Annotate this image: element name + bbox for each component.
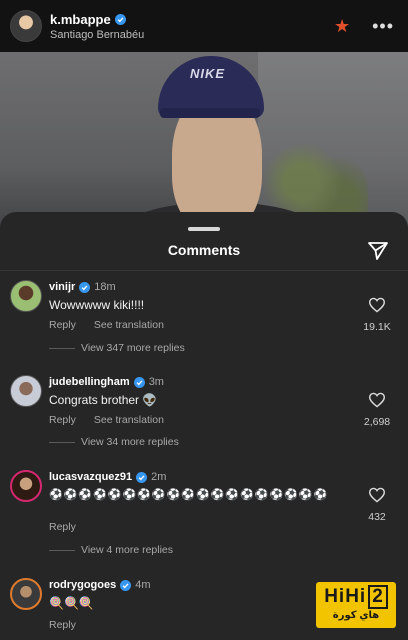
reply-button[interactable]: Reply <box>49 414 76 426</box>
like-control: 432 <box>362 487 392 523</box>
like-control: 19.1K <box>362 297 392 333</box>
more-options-icon[interactable]: ••• <box>372 17 394 35</box>
header-username[interactable]: k.mbappe <box>50 12 111 27</box>
comment-username[interactable]: lucasvazquez91 <box>49 471 132 483</box>
comment-header: judebellingham 3m <box>49 376 164 388</box>
like-control: 2,698 <box>362 392 392 428</box>
comment-actions: Reply See translation <box>49 414 164 426</box>
verified-badge-icon <box>136 471 148 483</box>
comment-actions: Reply <box>49 521 76 533</box>
replies-line <box>49 441 75 443</box>
commenter-avatar[interactable] <box>10 470 42 502</box>
sheet-grabber[interactable] <box>188 227 220 231</box>
replies-line <box>49 549 75 551</box>
watermark-number: 2 <box>368 585 388 609</box>
comment-username[interactable]: judebellingham <box>49 376 130 388</box>
see-translation-button[interactable]: See translation <box>94 414 164 426</box>
profile-avatar[interactable] <box>10 10 42 42</box>
commenter-avatar[interactable] <box>10 375 42 407</box>
watermark-brand: HiHi <box>324 586 367 607</box>
sheet-title: Comments <box>167 242 241 258</box>
star-icon[interactable]: ★ <box>334 17 350 35</box>
comment-actions: Reply <box>49 619 76 631</box>
comment-username[interactable]: vinijr <box>49 281 75 293</box>
comment-header: vinijr 18m <box>49 281 116 293</box>
view-replies-label: View 34 more replies <box>81 436 179 448</box>
comments-sheet: Comments vinijr 18m Wowwwww kiki!!!! Rep… <box>0 212 408 640</box>
verified-badge-icon <box>133 376 145 388</box>
like-count: 19.1K <box>363 321 391 333</box>
watermark-brand-row: HiHi 2 <box>320 585 392 609</box>
comment-text: Congrats brother 👽 <box>49 393 158 407</box>
verified-badge-icon <box>120 579 132 591</box>
comment-time: 3m <box>148 376 164 388</box>
comment-header: rodrygogoes 4m <box>49 579 151 591</box>
comment-text: 🍭🍭🍭 <box>49 596 94 610</box>
cap-logo: NIKE <box>190 66 226 81</box>
photo-cap-bill <box>160 108 260 118</box>
verified-badge-icon <box>114 13 126 25</box>
comment-time: 4m <box>135 579 151 591</box>
comment-text: ⚽⚽⚽⚽⚽⚽⚽⚽⚽⚽⚽⚽⚽⚽⚽⚽⚽⚽⚽ <box>49 489 329 501</box>
heart-icon[interactable] <box>368 297 386 313</box>
watermark-subtitle: هاي كورة <box>332 610 380 621</box>
view-replies-button[interactable]: View 347 more replies <box>49 342 185 354</box>
view-replies-label: View 347 more replies <box>81 342 185 354</box>
replies-line <box>49 347 75 349</box>
view-replies-button[interactable]: View 34 more replies <box>49 436 179 448</box>
commenter-avatar[interactable] <box>10 578 42 610</box>
header-actions: ★ ••• <box>334 17 398 35</box>
reply-button[interactable]: Reply <box>49 521 76 533</box>
see-translation-button[interactable]: See translation <box>94 319 164 331</box>
like-count: 2,698 <box>363 416 391 428</box>
heart-icon[interactable] <box>368 392 386 408</box>
comment-text: Wowwwww kiki!!!! <box>49 298 145 312</box>
reply-button[interactable]: Reply <box>49 319 76 331</box>
verified-badge-icon <box>79 281 91 293</box>
comment-actions: Reply See translation <box>49 319 164 331</box>
view-replies-button[interactable]: View 4 more replies <box>49 544 173 556</box>
post-header: k.mbappe Santiago Bernabéu ★ ••• <box>0 0 408 52</box>
comment-username[interactable]: rodrygogoes <box>49 579 116 591</box>
comment-time: 2m <box>151 471 167 483</box>
watermark-logo: HiHi 2 هاي كورة <box>316 582 396 628</box>
sheet-divider <box>0 270 408 271</box>
reply-button[interactable]: Reply <box>49 619 76 631</box>
view-replies-label: View 4 more replies <box>81 544 174 556</box>
header-location[interactable]: Santiago Bernabéu <box>50 29 144 41</box>
header-username-row[interactable]: k.mbappe <box>50 12 144 27</box>
heart-icon[interactable] <box>368 487 386 503</box>
like-count: 432 <box>368 511 386 523</box>
comment-header: lucasvazquez91 2m <box>49 471 166 483</box>
header-text: k.mbappe Santiago Bernabéu <box>50 12 144 41</box>
commenter-avatar[interactable] <box>10 280 42 312</box>
comment-time: 18m <box>94 281 116 293</box>
send-icon[interactable] <box>366 239 390 263</box>
